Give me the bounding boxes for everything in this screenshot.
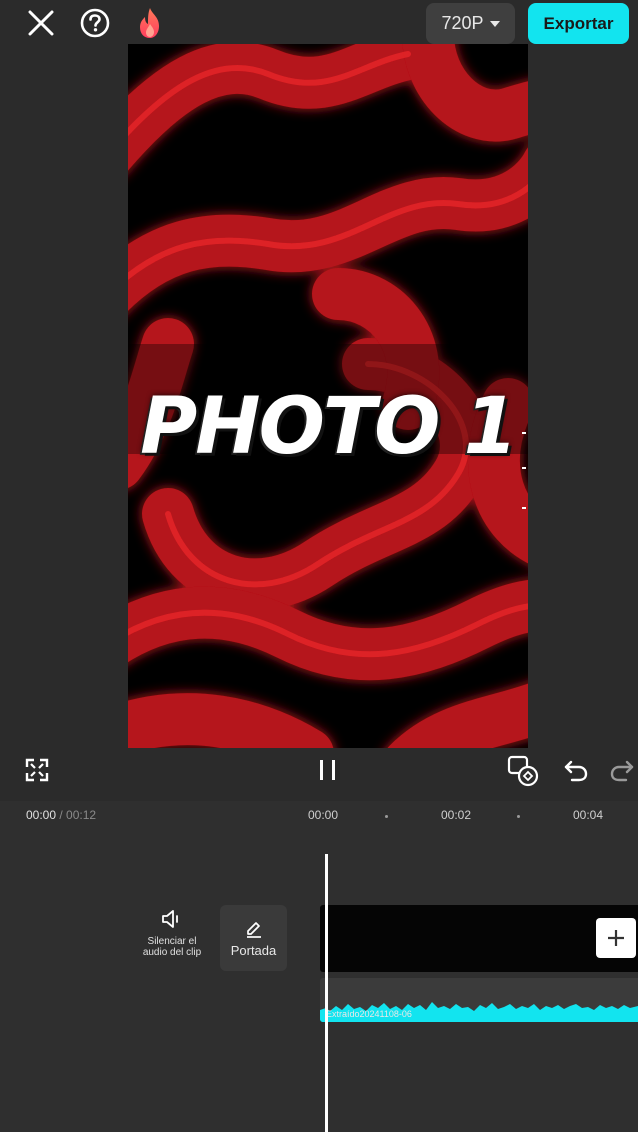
total-time: 00:12 xyxy=(66,808,97,822)
redo-button[interactable] xyxy=(608,756,636,784)
cover-button[interactable]: Portada xyxy=(220,905,287,971)
fullscreen-icon xyxy=(25,758,49,782)
selection-handle[interactable] xyxy=(522,507,526,509)
premium-button[interactable] xyxy=(134,6,166,40)
ruler-label: 00:02 xyxy=(441,808,472,822)
close-button[interactable] xyxy=(24,6,58,40)
top-bar: 720P Exportar xyxy=(0,0,638,46)
selection-handle[interactable] xyxy=(522,467,526,469)
resolution-value: 720P xyxy=(441,13,484,33)
cover-label: Portada xyxy=(230,943,277,958)
help-icon xyxy=(80,8,110,38)
help-button[interactable] xyxy=(78,6,112,40)
audio-clip-name: Extraído20241108-06 xyxy=(326,1009,412,1019)
time-counter: 00:00 / 00:12 xyxy=(26,808,96,822)
mute-clip-audio-button[interactable]: Silenciar el audio del clip xyxy=(134,908,210,970)
playhead[interactable] xyxy=(325,854,328,1132)
video-clip-track[interactable] xyxy=(320,905,638,972)
ruler-tick xyxy=(385,815,388,818)
fullscreen-button[interactable] xyxy=(24,757,50,783)
edit-icon xyxy=(246,922,261,938)
add-clip-button[interactable] xyxy=(596,918,636,958)
video-preview[interactable]: PHOTO 1 xyxy=(128,44,528,748)
speaker-icon xyxy=(162,910,178,928)
keyframe-button[interactable] xyxy=(506,754,540,788)
fire-icon xyxy=(140,8,159,38)
undo-icon xyxy=(564,760,588,782)
caret-down-icon xyxy=(489,20,500,27)
redo-icon xyxy=(610,760,634,782)
ruler-label: 00:04 xyxy=(573,808,604,822)
ruler-tick xyxy=(517,815,520,818)
ruler-label: 00:00 xyxy=(308,808,339,822)
resolution-dropdown[interactable]: 720P xyxy=(426,3,515,44)
undo-button[interactable] xyxy=(562,756,590,784)
keyframe-icon xyxy=(507,755,539,787)
time-separator: / xyxy=(56,808,67,822)
mute-clip-label: Silenciar el audio del clip xyxy=(142,936,202,958)
preview-title-text[interactable]: PHOTO 1 xyxy=(128,382,528,472)
pause-button[interactable] xyxy=(314,756,342,784)
plus-icon xyxy=(608,930,624,946)
pause-icon xyxy=(320,760,335,780)
export-button[interactable]: Exportar xyxy=(528,3,629,44)
current-time: 00:00 xyxy=(26,808,57,822)
close-icon xyxy=(28,10,54,36)
selection-handle[interactable] xyxy=(522,432,526,434)
